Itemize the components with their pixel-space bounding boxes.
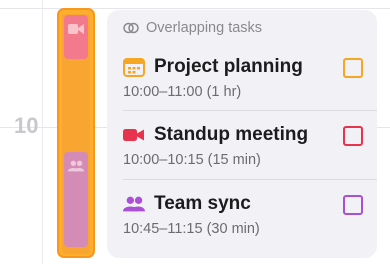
task-time: 10:45–11:15 (30 min) [123,221,260,237]
people-icon [123,196,145,212]
task-time: 10:00–10:15 (15 min) [123,152,261,168]
overlapping-tasks-card: Overlapping tasks Project planning 10:00… [107,10,377,258]
task-divider [123,179,377,180]
task-divider [123,110,377,111]
calendar-icon [123,58,145,77]
people-icon [68,160,84,172]
task-standup-meeting[interactable]: Standup meeting 10:00–10:15 (15 min) [123,124,371,168]
task-checkbox[interactable] [343,58,363,78]
task-checkbox[interactable] [343,126,363,146]
task-title: Team sync [154,193,251,214]
task-title: Standup meeting [154,124,309,145]
overlap-icon [123,22,139,34]
task-time: 10:00–11:00 (1 hr) [123,84,242,100]
task-title: Project planning [154,56,303,77]
task-project-planning[interactable]: Project planning 10:00–11:00 (1 hr) [123,56,371,100]
hour-label: 10 [14,113,39,138]
task-team-sync[interactable]: Team sync 10:45–11:15 (30 min) [123,193,371,237]
card-header-label: Overlapping tasks [146,20,263,36]
video-camera-icon [68,24,84,34]
video-camera-icon [123,129,144,141]
card-header: Overlapping tasks [123,20,262,36]
task-checkbox[interactable] [343,195,363,215]
